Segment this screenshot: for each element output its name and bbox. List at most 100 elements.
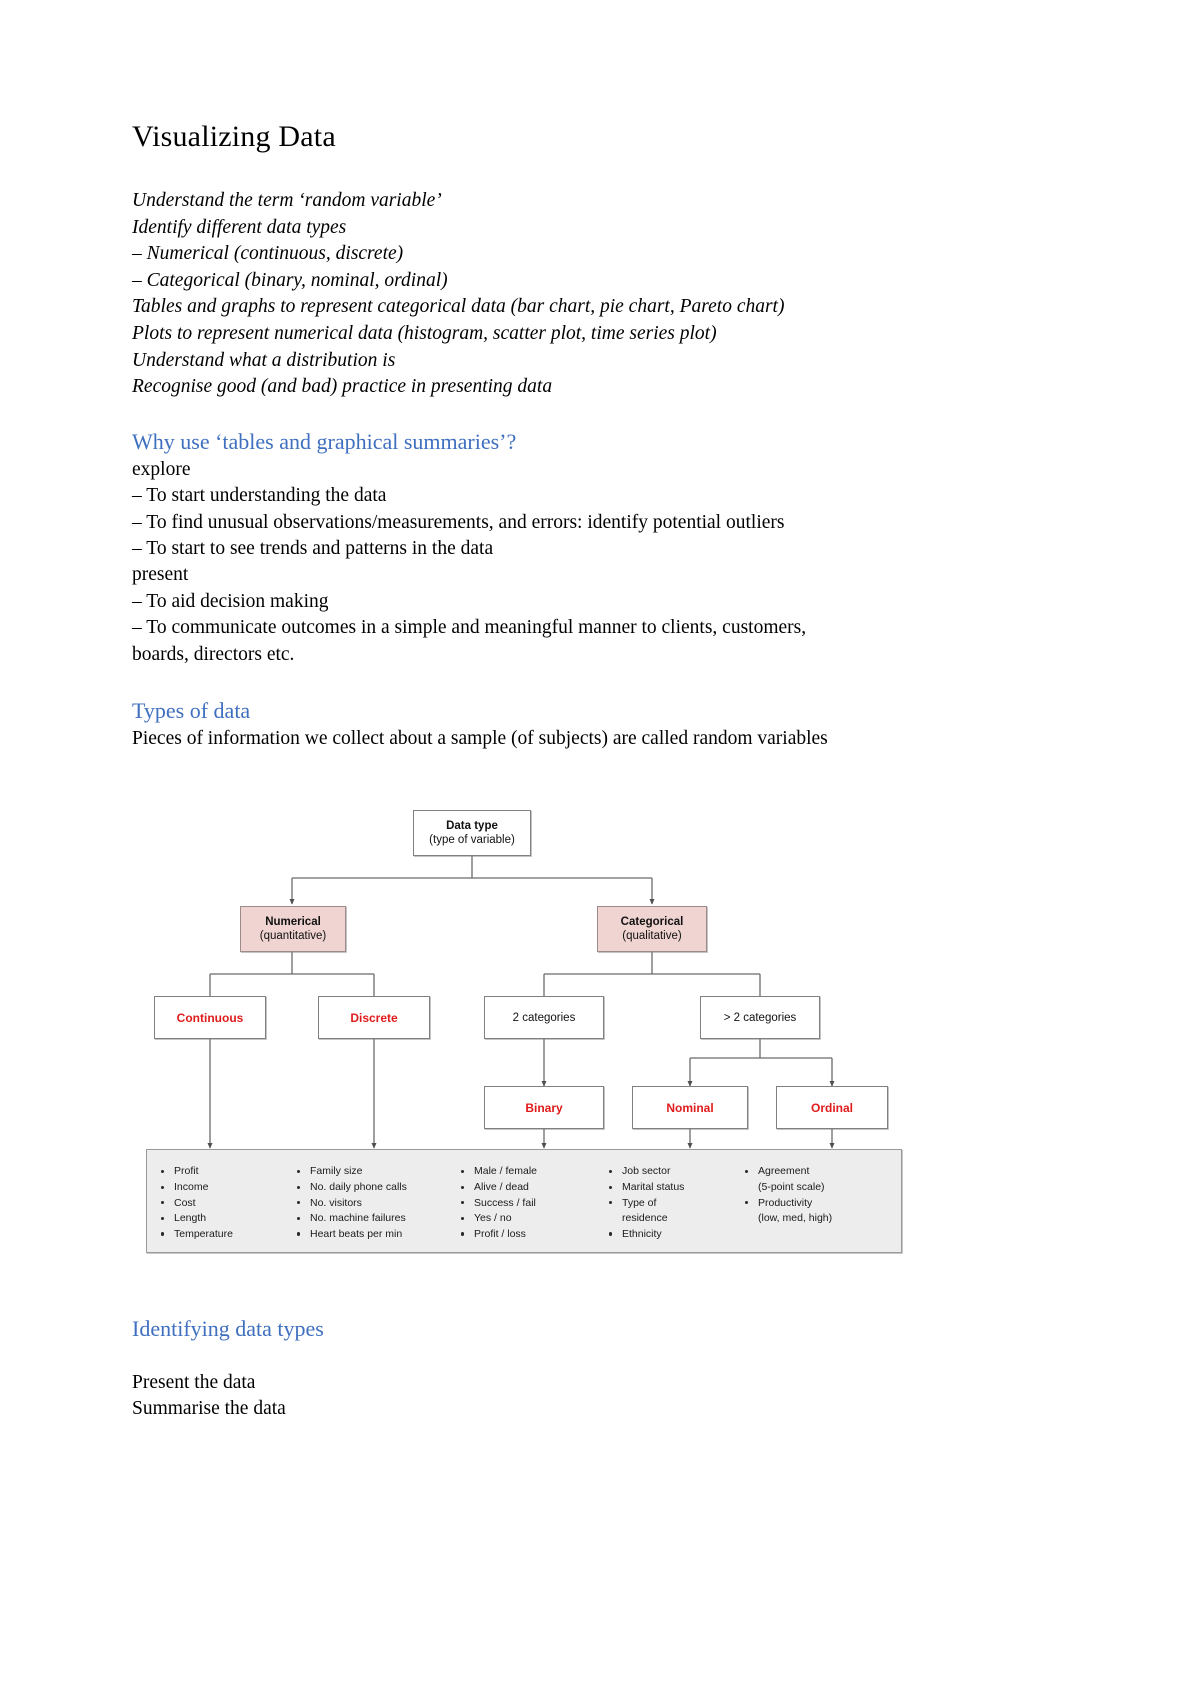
diagram-node-continuous: Continuous [154, 996, 266, 1040]
diagram-node-numerical: Numerical (quantitative) [240, 906, 346, 953]
objective-line: Identify different data types [132, 216, 347, 238]
bullet-icon [297, 1169, 301, 1174]
diagram-node-categorical: Categorical (qualitative) [597, 906, 707, 953]
bullet-icon [161, 1201, 165, 1205]
document-page: Visualizing Data Understand the term ‘ra… [0, 0, 1200, 1698]
list-item: No. visitors [297, 1196, 461, 1212]
document-content: Visualizing Data Understand the term ‘ra… [132, 120, 948, 1296]
objective-line: Understand what a distribution is [132, 349, 396, 371]
bullet-icon [161, 1169, 165, 1174]
section-heading-identifying-data-types: Identifying data types [132, 1316, 324, 1341]
section-heading-types-of-data: Types of data [132, 698, 251, 723]
list-item: Agreement (5-point scale) [745, 1164, 875, 1195]
node-label-secondary: (type of variable) [429, 834, 515, 847]
body-line: – To start understanding the data [132, 485, 387, 507]
list-item: Family size [297, 1164, 461, 1180]
examples-column-continuous: Profit Income Cost Length Temperature [161, 1164, 297, 1240]
list-item: No. daily phone calls [297, 1180, 461, 1196]
objective-line: – Numerical (continuous, discrete) [132, 243, 404, 265]
body-line: Present the data [132, 1372, 256, 1393]
bullet-icon [461, 1232, 465, 1236]
node-label-secondary: (quantitative) [259, 930, 327, 943]
bullet-icon [297, 1201, 301, 1205]
examples-column-binary: Male / female Alive / dead Success / fai… [461, 1164, 609, 1240]
objective-line: Tables and graphs to represent categoric… [132, 296, 785, 318]
bullet-icon [461, 1169, 465, 1174]
data-type-taxonomy-diagram: Data type (type of variable) Numerical (… [132, 796, 948, 1296]
examples-column-ordinal: Agreement (5-point scale) Productivity (lo… [745, 1164, 875, 1238]
body-line: – To start to see trends and patterns in… [132, 537, 494, 559]
section-body-identifying-data-types: Present the data Summarise the data [132, 1370, 948, 1423]
objective-line: Recognise good (and bad) practice in pre… [132, 376, 553, 398]
objective-line: Understand the term ‘random variable’ [132, 190, 442, 211]
bullet-icon [461, 1216, 465, 1221]
bullet-icon [161, 1232, 165, 1236]
page-title: Visualizing Data [132, 120, 336, 153]
list-item: Temperature [161, 1227, 297, 1243]
diagram-node-nominal: Nominal [632, 1086, 748, 1130]
node-label-primary: Discrete [350, 1010, 398, 1025]
body-line: Pieces of information we collect about a… [132, 728, 828, 749]
bullet-icon [609, 1232, 613, 1236]
bullet-icon [461, 1185, 465, 1189]
list-item: Yes / no [461, 1211, 609, 1227]
diagram-node-ordinal: Ordinal [776, 1086, 888, 1130]
bullet-icon [297, 1216, 301, 1221]
diagram-node-binary: Binary [484, 1086, 604, 1130]
examples-column-discrete: Family size No. daily phone calls No. vi… [297, 1164, 461, 1240]
body-line: – To communicate outcomes in a simple an… [132, 617, 807, 639]
diagram-node-discrete: Discrete [318, 996, 430, 1040]
list-item: Job sector [609, 1164, 745, 1180]
node-label-primary: > 2 categories [723, 1011, 797, 1024]
bullet-icon [297, 1185, 301, 1189]
node-label-primary: Nominal [666, 1100, 714, 1115]
bullet-icon [745, 1201, 749, 1205]
bullet-icon [297, 1232, 301, 1236]
list-item: Type of residence [609, 1196, 745, 1227]
node-label-primary: Categorical [620, 916, 684, 929]
list-item: Income [161, 1180, 297, 1196]
body-line: Summarise the data [132, 1398, 286, 1420]
section-heading-why-use: Why use ‘tables and graphical summaries’… [132, 428, 517, 454]
examples-column-nominal: Job sector Marital status Type of residen… [609, 1164, 745, 1240]
body-line: – To aid decision making [132, 590, 329, 612]
bullet-icon [745, 1169, 749, 1174]
diagram-node-more-than-two-categories: > 2 categories [700, 996, 820, 1040]
node-label-secondary: (qualitative) [622, 930, 682, 943]
diagram-examples-box: Profit Income Cost Length Temperature Fa… [146, 1149, 902, 1254]
bullet-icon [609, 1201, 613, 1205]
learning-objectives-list: Understand the term ‘random variable’ Id… [132, 188, 948, 401]
list-item: Heart beats per min [297, 1227, 461, 1243]
section-body-why-use: explore – To start understanding the dat… [132, 457, 948, 668]
list-item: Cost [161, 1196, 297, 1212]
diagram-node-two-categories: 2 categories [484, 996, 604, 1040]
body-line: boards, directors etc. [132, 643, 295, 665]
list-item: Profit / loss [461, 1227, 609, 1243]
body-line: explore [132, 458, 191, 480]
body-line: present [132, 564, 189, 586]
list-item: Male / female [461, 1164, 609, 1180]
list-item: Marital status [609, 1180, 745, 1196]
objective-line: – Categorical (binary, nominal, ordinal) [132, 269, 448, 291]
list-item: Length [161, 1211, 297, 1227]
node-label-primary: Ordinal [810, 1100, 853, 1115]
diagram-node-data-type: Data type (type of variable) [413, 810, 531, 857]
node-label-primary: 2 categories [512, 1011, 576, 1024]
node-label-primary: Data type [446, 820, 498, 833]
list-item: Alive / dead [461, 1180, 609, 1196]
identifying-data-types-section: Identifying data types Present the data … [132, 1316, 948, 1423]
list-item: Ethnicity [609, 1227, 745, 1243]
bullet-icon [161, 1185, 165, 1189]
node-label-primary: Binary [525, 1100, 563, 1115]
bullet-icon [461, 1201, 465, 1205]
bullet-icon [161, 1216, 165, 1221]
list-item: Success / fail [461, 1196, 609, 1212]
body-line: – To find unusual observations/measureme… [132, 511, 785, 533]
bullet-icon [609, 1169, 613, 1174]
node-label-primary: Numerical [265, 916, 321, 929]
list-item: Profit [161, 1164, 297, 1180]
bullet-icon [609, 1185, 613, 1189]
node-label-primary: Continuous [176, 1010, 244, 1025]
objective-line: Plots to represent numerical data (histo… [132, 322, 717, 344]
list-item: Productivity (low, med, high) [745, 1196, 875, 1227]
